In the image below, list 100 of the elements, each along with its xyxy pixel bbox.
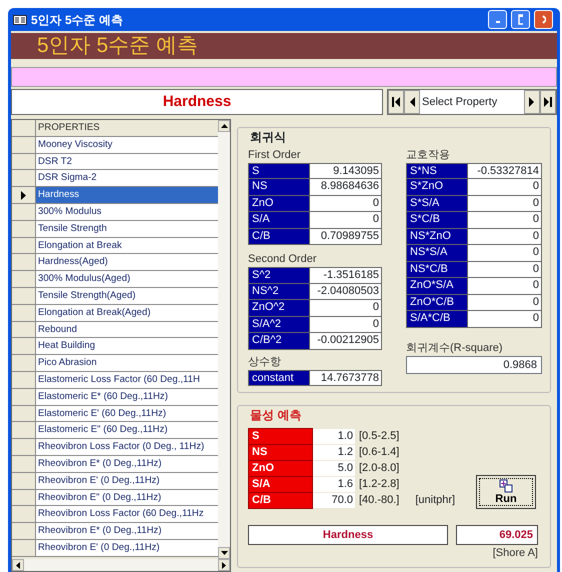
current-property-field: Hardness	[11, 89, 383, 115]
property-row[interactable]: Hardness(Aged)	[36, 254, 218, 270]
property-row[interactable]: Elongation at Break(Aged)	[36, 304, 218, 321]
property-row[interactable]: Rheovibron E" (0 Deg.,11Hz)	[36, 490, 218, 506]
coefficient-field: 0	[467, 294, 541, 310]
next-record-button[interactable]	[524, 90, 540, 114]
term-label: NS*ZnO	[407, 228, 467, 244]
term-label: S*C/B	[407, 212, 467, 228]
property-row[interactable]: Pico Abrasion	[36, 355, 218, 371]
coefficient-field: 9.143095	[309, 164, 381, 178]
property-row[interactable]: Rheovibron E' (0 Deg.,11Hz)	[36, 540, 218, 556]
term-label: ZnO	[249, 196, 309, 211]
property-row[interactable]: Rheovibron Loss Factor (60 Deg.,11Hz	[36, 506, 218, 522]
term-label: S/A^2	[249, 316, 309, 332]
property-row[interactable]: Elastomeric E* (60 Deg.,11Hz)	[36, 388, 218, 405]
term-label: C/B^2	[249, 333, 309, 348]
term-label: NS^2	[249, 284, 309, 299]
scroll-left-icon[interactable]	[16, 562, 20, 568]
first-record-button[interactable]	[388, 90, 404, 114]
coefficient-field: -2.04080503	[309, 284, 381, 299]
horizontal-scrollbar[interactable]	[12, 559, 230, 571]
range-label: [0.5-2.5]	[359, 429, 400, 444]
factor-input[interactable]: 1.0	[313, 429, 355, 444]
term-label: constant	[249, 370, 309, 385]
coefficient-field: 0.70989755	[309, 228, 381, 244]
coefficient-field: 0	[309, 212, 381, 228]
property-row[interactable]: Tensile Strength	[36, 220, 218, 237]
coefficient-field: 0	[467, 278, 541, 294]
unit-note: [unitphr]	[415, 493, 456, 508]
term-label: S	[249, 164, 309, 178]
factor-label: ZnO	[248, 460, 313, 477]
run-button[interactable]: Run	[476, 474, 536, 508]
property-row[interactable]: Elastomeric Loss Factor (60 Deg.,11H	[36, 372, 218, 388]
coefficient-field: -1.3516185	[309, 268, 381, 282]
property-row[interactable]: DSR Sigma-2	[36, 170, 218, 186]
coefficient-field: 0	[467, 228, 541, 244]
coefficient-field: 0	[467, 179, 541, 194]
property-row[interactable]: Mooney Viscosity	[36, 136, 218, 153]
coefficient-field: 0	[467, 196, 541, 211]
factor-input[interactable]: 5.0	[313, 461, 355, 476]
term-label: C/B	[249, 228, 309, 244]
property-row[interactable]: Rheovibron E* (0 Deg.,11Hz)	[36, 523, 218, 539]
property-row[interactable]: Heat Building	[36, 338, 218, 354]
coefficient-field: -0.53327814	[467, 164, 541, 178]
property-select[interactable]: Select Property	[420, 90, 524, 114]
property-row[interactable]: Elastomeric E' (60 Deg.,11Hz)	[36, 406, 218, 422]
coefficient-field: 0	[309, 196, 381, 211]
next-icon	[529, 97, 535, 107]
property-row[interactable]: Elongation at Break	[36, 238, 218, 254]
first-icon	[392, 97, 400, 107]
range-label: [1.2-2.8]	[359, 477, 400, 492]
minimize-button[interactable]	[488, 10, 507, 29]
previous-record-button[interactable]	[404, 90, 420, 114]
factor-input[interactable]: 70.0	[313, 493, 355, 508]
term-label: NS*C/B	[407, 262, 467, 277]
coefficient-field: 14.7673778	[309, 370, 381, 385]
term-label: ZnO*C/B	[407, 294, 467, 310]
range-label: [2.0-8.0]	[359, 461, 400, 476]
coefficient-field: -0.00212905	[309, 333, 381, 348]
coefficient-field: 0	[467, 262, 541, 277]
section-label: 상수항	[248, 356, 282, 368]
window-app-icon	[13, 14, 27, 24]
scroll-right-icon[interactable]	[222, 562, 226, 568]
range-label: [0.6-1.4]	[359, 445, 400, 460]
last-record-button[interactable]	[540, 90, 556, 114]
term-label: NS*S/A	[407, 245, 467, 260]
factor-input[interactable]: 1.2	[313, 445, 355, 460]
property-row[interactable]: Tensile Strength(Aged)	[36, 288, 218, 304]
term-label: ZnO^2	[249, 300, 309, 316]
maximize-button[interactable]	[511, 10, 530, 29]
factor-input[interactable]: 1.6	[313, 477, 355, 492]
section-label: Second Order	[248, 253, 318, 266]
range-label: [40.-80.]	[359, 493, 400, 508]
property-row[interactable]: 300% Modulus	[36, 204, 218, 220]
property-row[interactable]: 300% Modulus(Aged)	[36, 271, 218, 287]
property-row[interactable]: DSR T2	[36, 154, 218, 170]
vertical-scrollbar[interactable]	[218, 120, 230, 559]
previous-icon	[409, 97, 415, 107]
close-button[interactable]	[534, 10, 553, 29]
section-label: 회귀계수(R-square)	[406, 342, 504, 354]
result-value-field: 69.025	[456, 524, 538, 544]
unit-label: [Shore A]	[492, 546, 538, 558]
scroll-down-icon[interactable]	[220, 551, 228, 555]
coefficient-field: 8.98684636	[309, 179, 381, 194]
coefficient-field: 0	[467, 245, 541, 260]
property-row[interactable]: Rebound	[36, 322, 218, 338]
run-icon	[499, 478, 513, 492]
property-row[interactable]: Rheovibron E* (0 Deg.,11Hz)	[36, 456, 218, 472]
term-label: S*ZnO	[407, 179, 467, 194]
coefficient-field: 0	[467, 311, 541, 326]
property-row[interactable]: Rheovibron Loss Factor (0 Deg., 11Hz)	[36, 439, 218, 455]
header-banner: 5인자 5수준 예측	[11, 33, 557, 59]
section-label: 교호작용	[406, 148, 451, 162]
factor-label: S	[248, 428, 313, 445]
scroll-up-icon[interactable]	[220, 124, 228, 128]
property-row[interactable]: Hardness	[36, 187, 218, 203]
property-row[interactable]: Elastomeric E" (60 Deg.,11Hz)	[36, 422, 218, 438]
property-row[interactable]: Rheovibron E' (0 Deg.,11Hz)	[36, 472, 218, 489]
result-property-field: Hardness	[248, 524, 448, 544]
r-square-field: 0.9868	[406, 356, 542, 374]
